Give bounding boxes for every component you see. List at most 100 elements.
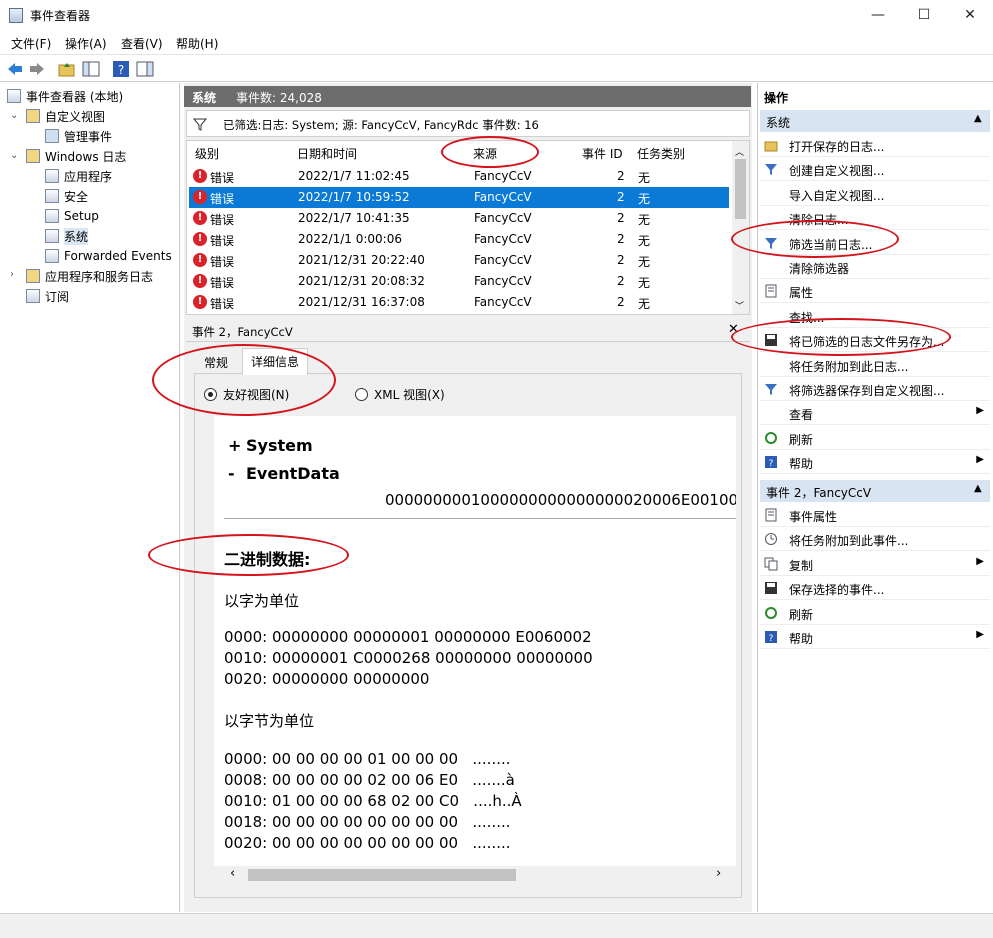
back-arrow-icon[interactable] (6, 60, 24, 78)
action-item[interactable]: 复制 ▶ (760, 552, 990, 576)
action-item[interactable]: 将筛选器保存到自定义视图... (760, 377, 990, 401)
action-item[interactable]: 事件属性 (760, 503, 990, 527)
col-datetime[interactable]: 日期和时间 (297, 145, 357, 162)
action-item[interactable]: 属性 (760, 279, 990, 304)
expand-chevron-icon[interactable]: ⌄ (10, 110, 18, 121)
folder-up-icon[interactable] (58, 60, 76, 78)
action-item[interactable]: ? 帮助 ▶ (760, 625, 990, 649)
scroll-thumb[interactable] (248, 869, 516, 881)
tree-system[interactable]: 系统 (45, 226, 89, 246)
collapse-eventdata-icon[interactable]: - (228, 464, 235, 483)
table-row[interactable]: ! 错误 2021/12/31 16:37:08 FancyCcV 2 无 (189, 292, 729, 313)
level-cell: 错误 (210, 255, 235, 269)
level-cell: 错误 (210, 171, 235, 185)
error-icon: ! (193, 232, 207, 246)
actions-section-system[interactable]: 系统 ▲ (760, 110, 990, 132)
event-viewer-icon (7, 89, 21, 103)
table-row[interactable]: ! 错误 2022/1/7 10:41:35 FancyCcV 2 无 (189, 208, 729, 229)
horizontal-scrollbar[interactable]: ‹ › (214, 866, 736, 884)
collapse-section-icon[interactable]: ▲ (974, 113, 982, 124)
expand-system-icon[interactable]: + (228, 436, 241, 455)
action-item[interactable]: 导入自定义视图... (760, 182, 990, 206)
submenu-arrow-icon: ▶ (976, 629, 984, 640)
eventdata-node[interactable]: EventData (246, 464, 340, 483)
maximize-button[interactable]: ☐ (901, 0, 947, 30)
radio-xml-view[interactable]: XML 视图(X) (355, 386, 445, 403)
detail-header: 事件 2，FancyCcV ✕ (186, 320, 750, 342)
col-source[interactable]: 来源 (473, 145, 497, 162)
tree-admin-events[interactable]: 管理事件 (45, 126, 112, 146)
col-event-id[interactable]: 事件 ID (582, 145, 623, 162)
expand-chevron-icon[interactable]: ⌄ (10, 150, 18, 161)
source-cell: FancyCcV (474, 274, 532, 288)
action-label: 帮助 (789, 457, 814, 472)
action-item[interactable]: 清除日志... (760, 206, 990, 231)
action-item[interactable]: 创建自定义视图... (760, 157, 990, 182)
col-level[interactable]: 级别 (195, 145, 219, 162)
words-heading: 以字为单位 (224, 592, 300, 610)
action-item[interactable]: ? 帮助 ▶ (760, 450, 990, 475)
action-item[interactable]: 筛选当前日志... (760, 231, 990, 255)
task-cell: 无 (638, 171, 651, 185)
tree-subscriptions[interactable]: 订阅 (26, 286, 69, 306)
tree-security[interactable]: 安全 (45, 186, 88, 206)
tree-root[interactable]: 事件查看器 (本地) (7, 86, 123, 106)
event-id-cell: 2 (617, 169, 625, 183)
events-scrollbar[interactable]: ︿ ﹀ (732, 141, 749, 314)
source-cell: FancyCcV (474, 190, 532, 204)
tree-application[interactable]: 应用程序 (45, 166, 112, 186)
system-node[interactable]: System (246, 436, 313, 455)
datetime-cell: 2022/1/7 10:41:35 (298, 211, 410, 225)
action-item[interactable]: 打开保存的日志... (760, 133, 990, 157)
minimize-button[interactable]: — (855, 0, 901, 30)
close-detail-icon[interactable]: ✕ (728, 322, 739, 337)
scroll-thumb[interactable] (735, 159, 746, 219)
forward-arrow-icon[interactable] (28, 60, 46, 78)
action-item[interactable]: 将任务附加到此事件... (760, 527, 990, 552)
col-task-category[interactable]: 任务类别 (637, 145, 685, 162)
table-row[interactable]: ! 错误 2021/12/31 20:22:40 FancyCcV 2 无 (189, 250, 729, 271)
action-item[interactable]: 清除筛选器 (760, 255, 990, 279)
action-item[interactable]: 保存选择的事件... (760, 576, 990, 601)
actions-section-event[interactable]: 事件 2，FancyCcV ▲ (760, 480, 990, 502)
table-row[interactable]: ! 错误 2022/1/7 10:59:52 FancyCcV 2 无 (189, 187, 729, 208)
table-row[interactable]: ! 错误 2022/1/7 11:02:45 FancyCcV 2 无 (189, 166, 729, 187)
properties-icon (765, 508, 777, 522)
tree-setup[interactable]: Setup (45, 206, 99, 226)
show-hide-tree-icon[interactable] (82, 60, 100, 78)
tab-general[interactable]: 常规 (196, 350, 236, 374)
scroll-left-icon[interactable]: ‹ (230, 866, 235, 881)
event-id-cell: 2 (617, 232, 625, 246)
radio-checked-icon (204, 388, 217, 401)
table-row[interactable]: ! 错误 2021/12/31 20:08:32 FancyCcV 2 无 (189, 271, 729, 292)
tab-details[interactable]: 详细信息 (242, 348, 309, 375)
menu-file[interactable]: 文件(F) (11, 35, 51, 52)
collapse-chevron-icon[interactable]: › (10, 269, 14, 280)
menu-action[interactable]: 操作(A) (65, 35, 107, 52)
action-label: 属性 (789, 286, 814, 301)
table-row[interactable]: ! 错误 2022/1/1 0:00:06 FancyCcV 2 无 (189, 229, 729, 250)
close-button[interactable]: ✕ (947, 0, 993, 30)
task-cell: 无 (638, 255, 651, 269)
action-item[interactable]: 将任务附加到此日志... (760, 353, 990, 377)
menu-view[interactable]: 查看(V) (121, 35, 163, 52)
menu-help[interactable]: 帮助(H) (176, 35, 218, 52)
scroll-up-icon[interactable]: ︿ (735, 145, 744, 158)
tree-apps-services[interactable]: 应用程序和服务日志 (26, 266, 153, 286)
action-item[interactable]: 刷新 (760, 601, 990, 625)
show-action-pane-icon[interactable] (136, 60, 154, 78)
help-icon[interactable]: ? (112, 60, 130, 78)
collapse-section-icon[interactable]: ▲ (974, 483, 982, 494)
tree-windows-logs[interactable]: Windows 日志 (26, 146, 126, 166)
tree-forwarded-events[interactable]: Forwarded Events (45, 246, 172, 266)
filter-bar: 已筛选:日志: System; 源: FancyCcV, FancyRdc 事件… (186, 110, 750, 137)
radio-friendly-view[interactable]: 友好视图(N) (204, 386, 289, 403)
scroll-right-icon[interactable]: › (716, 866, 721, 881)
action-item[interactable]: 将已筛选的日志文件另存为... (760, 328, 990, 353)
svg-text:?: ? (118, 63, 124, 77)
action-item[interactable]: 查看 ▶ (760, 401, 990, 426)
scroll-down-icon[interactable]: ﹀ (735, 299, 744, 312)
tree-custom-views[interactable]: 自定义视图 (26, 106, 105, 126)
action-item[interactable]: 刷新 (760, 426, 990, 450)
action-item[interactable]: 查找... (760, 304, 990, 328)
